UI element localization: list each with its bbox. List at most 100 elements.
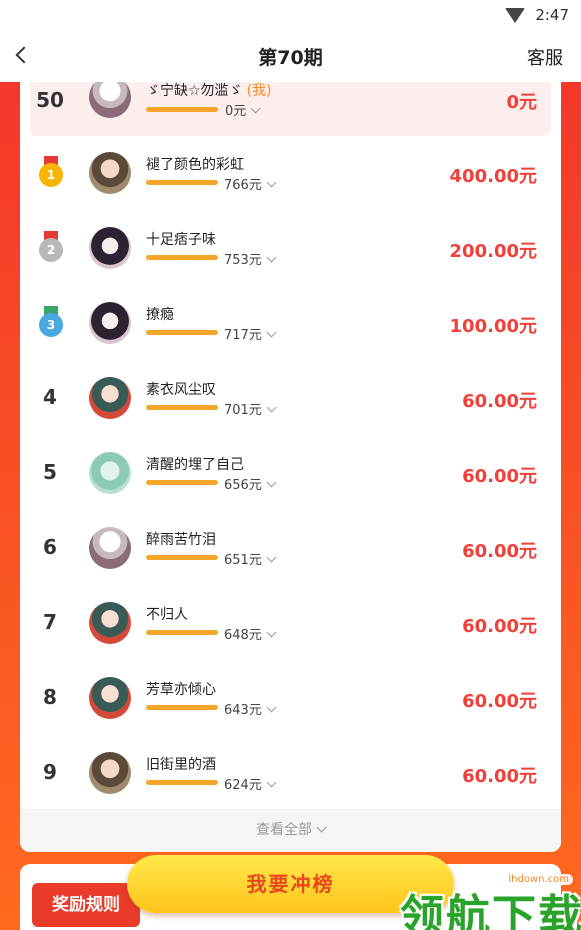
rank-number: 6 — [43, 535, 57, 559]
leaderboard-row[interactable]: 1 褪了颜色的彩虹 766元 400.00元 — [20, 136, 561, 211]
my-prize: 0元 — [506, 92, 537, 113]
avatar — [89, 527, 131, 569]
back-arrow-icon — [15, 46, 33, 64]
prize-amount: 60.00元 — [462, 541, 537, 562]
player-name: 十足痞子味 — [146, 232, 216, 248]
avatar — [89, 602, 131, 644]
player-name: 撩瘾 — [146, 307, 174, 323]
silver-medal-icon: 2 — [39, 231, 63, 265]
amount-toggle[interactable]: 717元 — [224, 324, 277, 343]
leaderboard-card: 50 ゞ宁缺☆勿滥ゞ (我) 0元 0元 1 褪了颜色的彩虹 766元 400.00元 2… — [20, 82, 561, 852]
progress-bar — [146, 630, 218, 635]
amount-toggle[interactable]: 624元 — [224, 774, 277, 793]
player-name: 素衣风尘叹 — [146, 382, 216, 398]
progress-bar — [146, 555, 218, 560]
amount-toggle[interactable]: 701元 — [224, 399, 277, 418]
rank-number: 4 — [43, 385, 57, 409]
leaderboard-row[interactable]: 5 清醒的埋了自己 656元 60.00元 — [20, 436, 561, 511]
medal-rank: 2 — [39, 238, 63, 262]
my-rank-number: 50 — [36, 88, 64, 112]
amount-text: 651元 — [224, 553, 262, 568]
view-all-label: 查看全部 — [256, 822, 312, 838]
amount-text: 648元 — [224, 628, 262, 643]
avatar — [89, 152, 131, 194]
leaderboard-row[interactable]: 8 芳草亦倾心 643元 60.00元 — [20, 661, 561, 736]
player-name: 醉雨苦竹泪 — [146, 532, 216, 548]
chevron-down-icon — [316, 822, 327, 833]
amount-toggle[interactable]: 753元 — [224, 249, 277, 268]
avatar — [89, 82, 131, 118]
leaderboard-row[interactable]: 6 醉雨苦竹泪 651元 60.00元 — [20, 511, 561, 586]
amount-text: 656元 — [224, 478, 262, 493]
prize-amount: 60.00元 — [462, 391, 537, 412]
chevron-down-icon — [266, 627, 277, 638]
my-name: ゞ宁缺☆勿滥ゞ (我) — [146, 82, 272, 100]
leaderboard-row[interactable]: 9 旧街里的酒 624元 60.00元 — [20, 736, 561, 811]
gold-medal-icon: 1 — [39, 156, 63, 190]
progress-bar — [146, 405, 218, 410]
rank-number: 5 — [43, 460, 57, 484]
watermark: lhdown.com 领航下载 — [400, 868, 581, 930]
amount-text: 717元 — [224, 328, 262, 343]
avatar — [89, 302, 131, 344]
rank-number: 8 — [43, 685, 57, 709]
rank-number: 9 — [43, 760, 57, 784]
avatar — [89, 377, 131, 419]
my-amount-text: 0元 — [225, 104, 247, 119]
progress-bar — [146, 330, 218, 335]
amount-text: 643元 — [224, 703, 262, 718]
chevron-down-icon — [266, 177, 277, 188]
prize-amount: 100.00元 — [449, 316, 537, 337]
leaderboard-row[interactable]: 3 撩瘾 717元 100.00元 — [20, 286, 561, 361]
progress-bar — [146, 180, 218, 185]
leaderboard-row[interactable]: 2 十足痞子味 753元 200.00元 — [20, 211, 561, 286]
prize-amount: 60.00元 — [462, 766, 537, 787]
avatar — [89, 452, 131, 494]
customer-service-button[interactable]: 客服 — [527, 44, 563, 70]
wifi-icon — [505, 7, 526, 23]
my-rank-row[interactable]: 50 ゞ宁缺☆勿滥ゞ (我) 0元 0元 — [30, 82, 551, 136]
avatar — [89, 677, 131, 719]
avatar — [89, 227, 131, 269]
bronze-medal-icon: 3 — [39, 306, 63, 340]
amount-toggle[interactable]: 643元 — [224, 699, 277, 718]
prize-amount: 60.00元 — [462, 691, 537, 712]
chevron-down-icon — [250, 103, 261, 114]
player-name: 芳草亦倾心 — [146, 682, 216, 698]
medal-rank: 3 — [39, 313, 63, 337]
progress-bar — [146, 705, 218, 710]
amount-toggle[interactable]: 648元 — [224, 624, 277, 643]
chevron-down-icon — [266, 702, 277, 713]
page-title: 第70期 — [258, 46, 323, 69]
prize-amount: 200.00元 — [449, 241, 537, 262]
amount-text: 624元 — [224, 778, 262, 793]
chevron-down-icon — [266, 402, 277, 413]
prize-amount: 60.00元 — [462, 466, 537, 487]
player-name: 褪了颜色的彩虹 — [146, 157, 244, 173]
nav-bar: 第70期 客服 — [0, 30, 581, 82]
amount-text: 766元 — [224, 178, 262, 193]
progress-bar — [146, 255, 218, 260]
view-all-button[interactable]: 查看全部 — [20, 809, 561, 852]
reward-rules-button[interactable]: 奖励规则 — [32, 883, 140, 927]
leaderboard-row[interactable]: 7 不归人 648元 60.00元 — [20, 586, 561, 661]
my-name-text: ゞ宁缺☆勿滥ゞ — [146, 83, 243, 99]
amount-toggle[interactable]: 656元 — [224, 474, 277, 493]
me-tag: (我) — [246, 83, 272, 99]
watermark-text: 领航下载 — [400, 891, 581, 930]
chevron-down-icon — [266, 477, 277, 488]
my-amount[interactable]: 0元 — [225, 100, 261, 119]
player-name: 清醒的埋了自己 — [146, 457, 244, 473]
rank-number: 7 — [43, 610, 57, 634]
amount-toggle[interactable]: 651元 — [224, 549, 277, 568]
back-button[interactable] — [14, 44, 33, 66]
player-name: 旧街里的酒 — [146, 757, 216, 773]
prize-amount: 60.00元 — [462, 616, 537, 637]
progress-bar — [146, 480, 218, 485]
medal-rank: 1 — [39, 163, 63, 187]
status-bar: 2:47 — [0, 0, 581, 30]
amount-toggle[interactable]: 766元 — [224, 174, 277, 193]
prize-amount: 400.00元 — [449, 166, 537, 187]
player-name: 不归人 — [146, 607, 188, 623]
leaderboard-row[interactable]: 4 素衣风尘叹 701元 60.00元 — [20, 361, 561, 436]
